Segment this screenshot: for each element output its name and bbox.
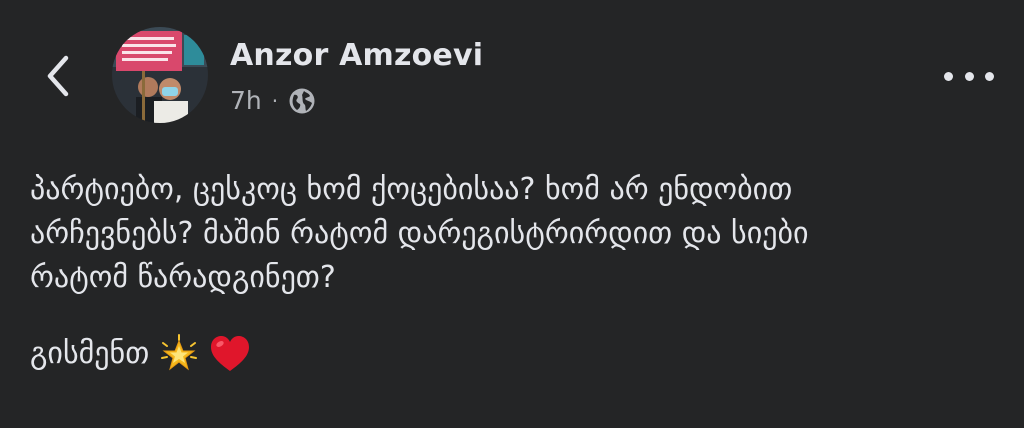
- meta-separator: ·: [271, 88, 279, 113]
- more-options-button[interactable]: [944, 64, 994, 88]
- post-meta: 7h ·: [230, 86, 316, 115]
- back-button[interactable]: [40, 52, 76, 100]
- glowing-star-icon: [159, 334, 199, 374]
- post-text: პარტიებო, ცესკოც ხომ ქოცებისაა? ხომ არ ე…: [30, 168, 990, 300]
- avatar[interactable]: [112, 27, 208, 123]
- more-dot: [985, 71, 994, 81]
- author-name[interactable]: Anzor Amzoevi: [230, 38, 483, 73]
- post-time[interactable]: 7h: [230, 86, 262, 115]
- more-dot: [964, 71, 974, 81]
- red-heart-icon: [209, 334, 251, 374]
- post-line: რატომ წარადგინეთ?: [30, 260, 336, 295]
- profile-photo: [112, 27, 208, 123]
- post-line: არჩევნებს? მაშინ რატომ დარეგისტრირდით და…: [30, 216, 809, 251]
- more-dot: [944, 71, 953, 81]
- globe-icon[interactable]: [288, 87, 316, 115]
- post-line: პარტიებო, ცესკოც ხომ ქოცებისაა? ხომ არ ე…: [30, 172, 793, 207]
- post-signoff: გისმენთ: [30, 332, 251, 376]
- signoff-text: გისმენთ: [30, 336, 150, 371]
- back-chevron-icon: [47, 55, 69, 97]
